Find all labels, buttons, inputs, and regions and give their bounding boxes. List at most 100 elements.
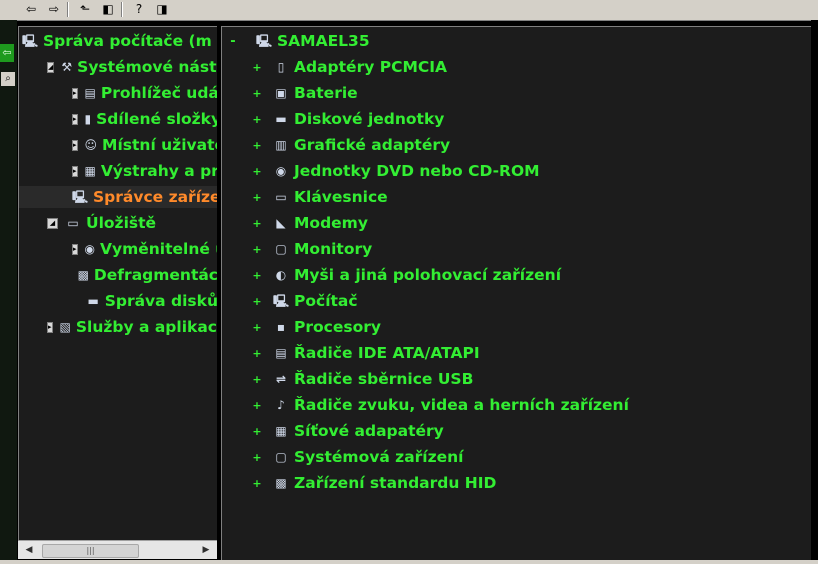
expand-icon[interactable]: + (252, 425, 262, 438)
modem-icon: ◣ (276, 216, 286, 230)
collapse-icon[interactable]: ◢ (47, 61, 55, 73)
device-root-node[interactable]: - 🖳 SAMAEL35 (228, 30, 369, 52)
device-category[interactable]: + ▤ Řadiče IDE ATA/ATAPI (252, 342, 479, 364)
expand-icon[interactable]: + (252, 373, 262, 386)
usb-icon: ⇌ (275, 372, 287, 386)
collapse-icon[interactable]: ◢ (47, 217, 58, 229)
properties-button[interactable]: ? (130, 1, 148, 17)
services-icon: ▧ (59, 320, 71, 334)
forward-button[interactable]: ⇨ (45, 1, 63, 17)
expand-icon[interactable]: + (252, 217, 262, 230)
tree-node[interactable]: ▸ ▤ Prohlížeč udál (19, 82, 218, 104)
expand-icon[interactable]: + (252, 139, 262, 152)
expand-icon[interactable]: ▸ (72, 113, 78, 125)
expand-icon[interactable]: + (252, 347, 262, 360)
expand-icon[interactable]: + (252, 451, 262, 464)
device-category-label: Jednotky DVD nebo CD-ROM (294, 162, 540, 180)
scroll-thumb[interactable]: ||| (42, 544, 139, 558)
expand-icon[interactable]: + (252, 165, 262, 178)
removable-storage-icon: ◉ (84, 242, 95, 256)
event-viewer-icon: ▤ (84, 86, 96, 100)
device-category-label: Procesory (294, 318, 381, 336)
device-category[interactable]: + ▭ Klávesnice (252, 186, 388, 208)
tree-node-label: Místní uživate (102, 136, 218, 154)
toolbar-separator (121, 2, 123, 17)
device-list-pane[interactable]: - 🖳 SAMAEL35 + ▯ Adaptéry PCMCIA + ▣ Baterie +… (221, 26, 812, 561)
device-category[interactable]: + ▢ Systémová zařízení (252, 446, 464, 468)
device-category-label: Síťové adapatéry (294, 422, 444, 440)
expand-icon[interactable]: + (252, 61, 262, 74)
device-category-label: Systémová zařízení (294, 448, 464, 466)
alerts-icon: ▦ (84, 164, 96, 178)
device-category[interactable]: + ▣ Baterie (252, 82, 358, 104)
tree-node[interactable]: ▩ Defragmentác (19, 264, 218, 286)
expand-icon[interactable]: + (252, 243, 262, 256)
tree-node[interactable]: 🖳 Správa počítače (m (19, 30, 218, 52)
tree-node[interactable]: 🖳 Správce zaříze (19, 186, 218, 208)
expand-icon[interactable]: + (252, 87, 262, 100)
device-category[interactable]: + ◐ Myši a jiná polohovací zařízení (252, 264, 561, 286)
device-category[interactable]: + ▪ Procesory (252, 316, 381, 338)
tree-node[interactable]: ◢ ▭ Úložiště (19, 212, 218, 234)
back-arrow-icon: ⇦ (25, 2, 37, 16)
expand-icon[interactable]: ▸ (72, 243, 78, 255)
device-category-label: Baterie (294, 84, 358, 102)
tree-node[interactable]: ▸ ◉ Vyměnitelné ú (19, 238, 218, 260)
device-category[interactable]: + ▩ Zařízení standardu HID (252, 472, 496, 494)
tree-node[interactable]: ▸ ▦ Výstrahy a pro (19, 160, 218, 182)
device-category[interactable]: + ▥ Grafické adaptéry (252, 134, 450, 156)
tree-node[interactable]: ◢ ⚒ Systémové nástr (19, 56, 218, 78)
back-button[interactable]: ⇦ (22, 1, 40, 17)
device-category[interactable]: + 🖳 Počítač (252, 290, 357, 312)
expand-icon[interactable]: ▸ (72, 165, 78, 177)
tree-node-label: Výstrahy a pro (100, 162, 218, 180)
tree-node[interactable]: ▸ ▧ Služby a aplikace (19, 316, 218, 338)
device-category-label: Řadiče zvuku, videa a herních zařízení (294, 396, 629, 414)
console-tree-pane[interactable]: 🖳 Správa počítače (m ◢ ⚒ Systémové nástr ▸ ▤ Pr… (18, 26, 218, 541)
expand-icon[interactable]: + (252, 321, 262, 334)
disk-management-icon: ▬ (87, 294, 99, 308)
tree-node-label: Správa disků (104, 292, 218, 310)
expand-icon[interactable]: + (252, 113, 262, 126)
mouse-icon: ◐ (275, 268, 287, 282)
expand-icon[interactable]: + (252, 269, 262, 282)
system-tools-icon: ⚒ (61, 60, 73, 74)
device-category[interactable]: + ▦ Síťové adapatéry (252, 420, 444, 442)
device-category[interactable]: + ♪ Řadiče zvuku, videa a herních zařízení (252, 394, 629, 416)
window-edge-strip: ⇦ ⌕ (0, 20, 17, 564)
ide-controller-icon: ▤ (275, 346, 287, 360)
collapse-icon[interactable]: - (228, 34, 238, 49)
expand-icon[interactable]: + (252, 191, 262, 204)
help-button[interactable]: ◨ (153, 1, 171, 17)
expand-icon[interactable]: ▸ (72, 87, 78, 99)
expand-icon[interactable]: + (252, 295, 262, 308)
device-category[interactable]: + ▬ Diskové jednotky (252, 108, 444, 130)
local-users-icon: ☺ (84, 138, 98, 152)
system-device-icon: ▢ (275, 450, 287, 464)
tree-node[interactable]: ▸ ▮ Sdílené složky (19, 108, 218, 130)
tree-node[interactable]: ▬ Správa disků (19, 290, 219, 312)
back-tab-icon[interactable]: ⇦ (0, 44, 14, 62)
tree-node-label: Služby a aplikace (75, 318, 218, 336)
show-hide-tree-button[interactable]: ◧ (99, 1, 117, 17)
search-icon[interactable]: ⌕ (1, 72, 15, 86)
tree-horizontal-scrollbar[interactable]: ◀ ||| ▶ (18, 540, 217, 559)
expand-icon[interactable]: ▸ (47, 321, 53, 333)
device-category[interactable]: + ▢ Monitory (252, 238, 372, 260)
device-category[interactable]: + ◣ Modemy (252, 212, 368, 234)
up-one-level-button[interactable]: ⬑ (76, 1, 94, 17)
scroll-left-icon[interactable]: ◀ (20, 541, 38, 559)
device-category[interactable]: + ⇌ Řadiče sběrnice USB (252, 368, 473, 390)
device-category[interactable]: + ▯ Adaptéry PCMCIA (252, 56, 447, 78)
device-category-label: Klávesnice (294, 188, 388, 206)
expand-icon[interactable]: ▸ (72, 139, 78, 151)
expand-icon[interactable]: + (252, 477, 262, 490)
expand-icon[interactable]: + (252, 399, 262, 412)
device-category[interactable]: + ◉ Jednotky DVD nebo CD-ROM (252, 160, 540, 182)
pcmcia-icon: ▯ (277, 60, 285, 74)
console-tree-icon: ◧ (102, 2, 114, 16)
scroll-right-icon[interactable]: ▶ (197, 541, 215, 559)
display-adapter-icon: ▥ (275, 138, 287, 152)
processor-icon: ▪ (276, 320, 286, 334)
tree-node[interactable]: ▸ ☺ Místní uživate (19, 134, 218, 156)
